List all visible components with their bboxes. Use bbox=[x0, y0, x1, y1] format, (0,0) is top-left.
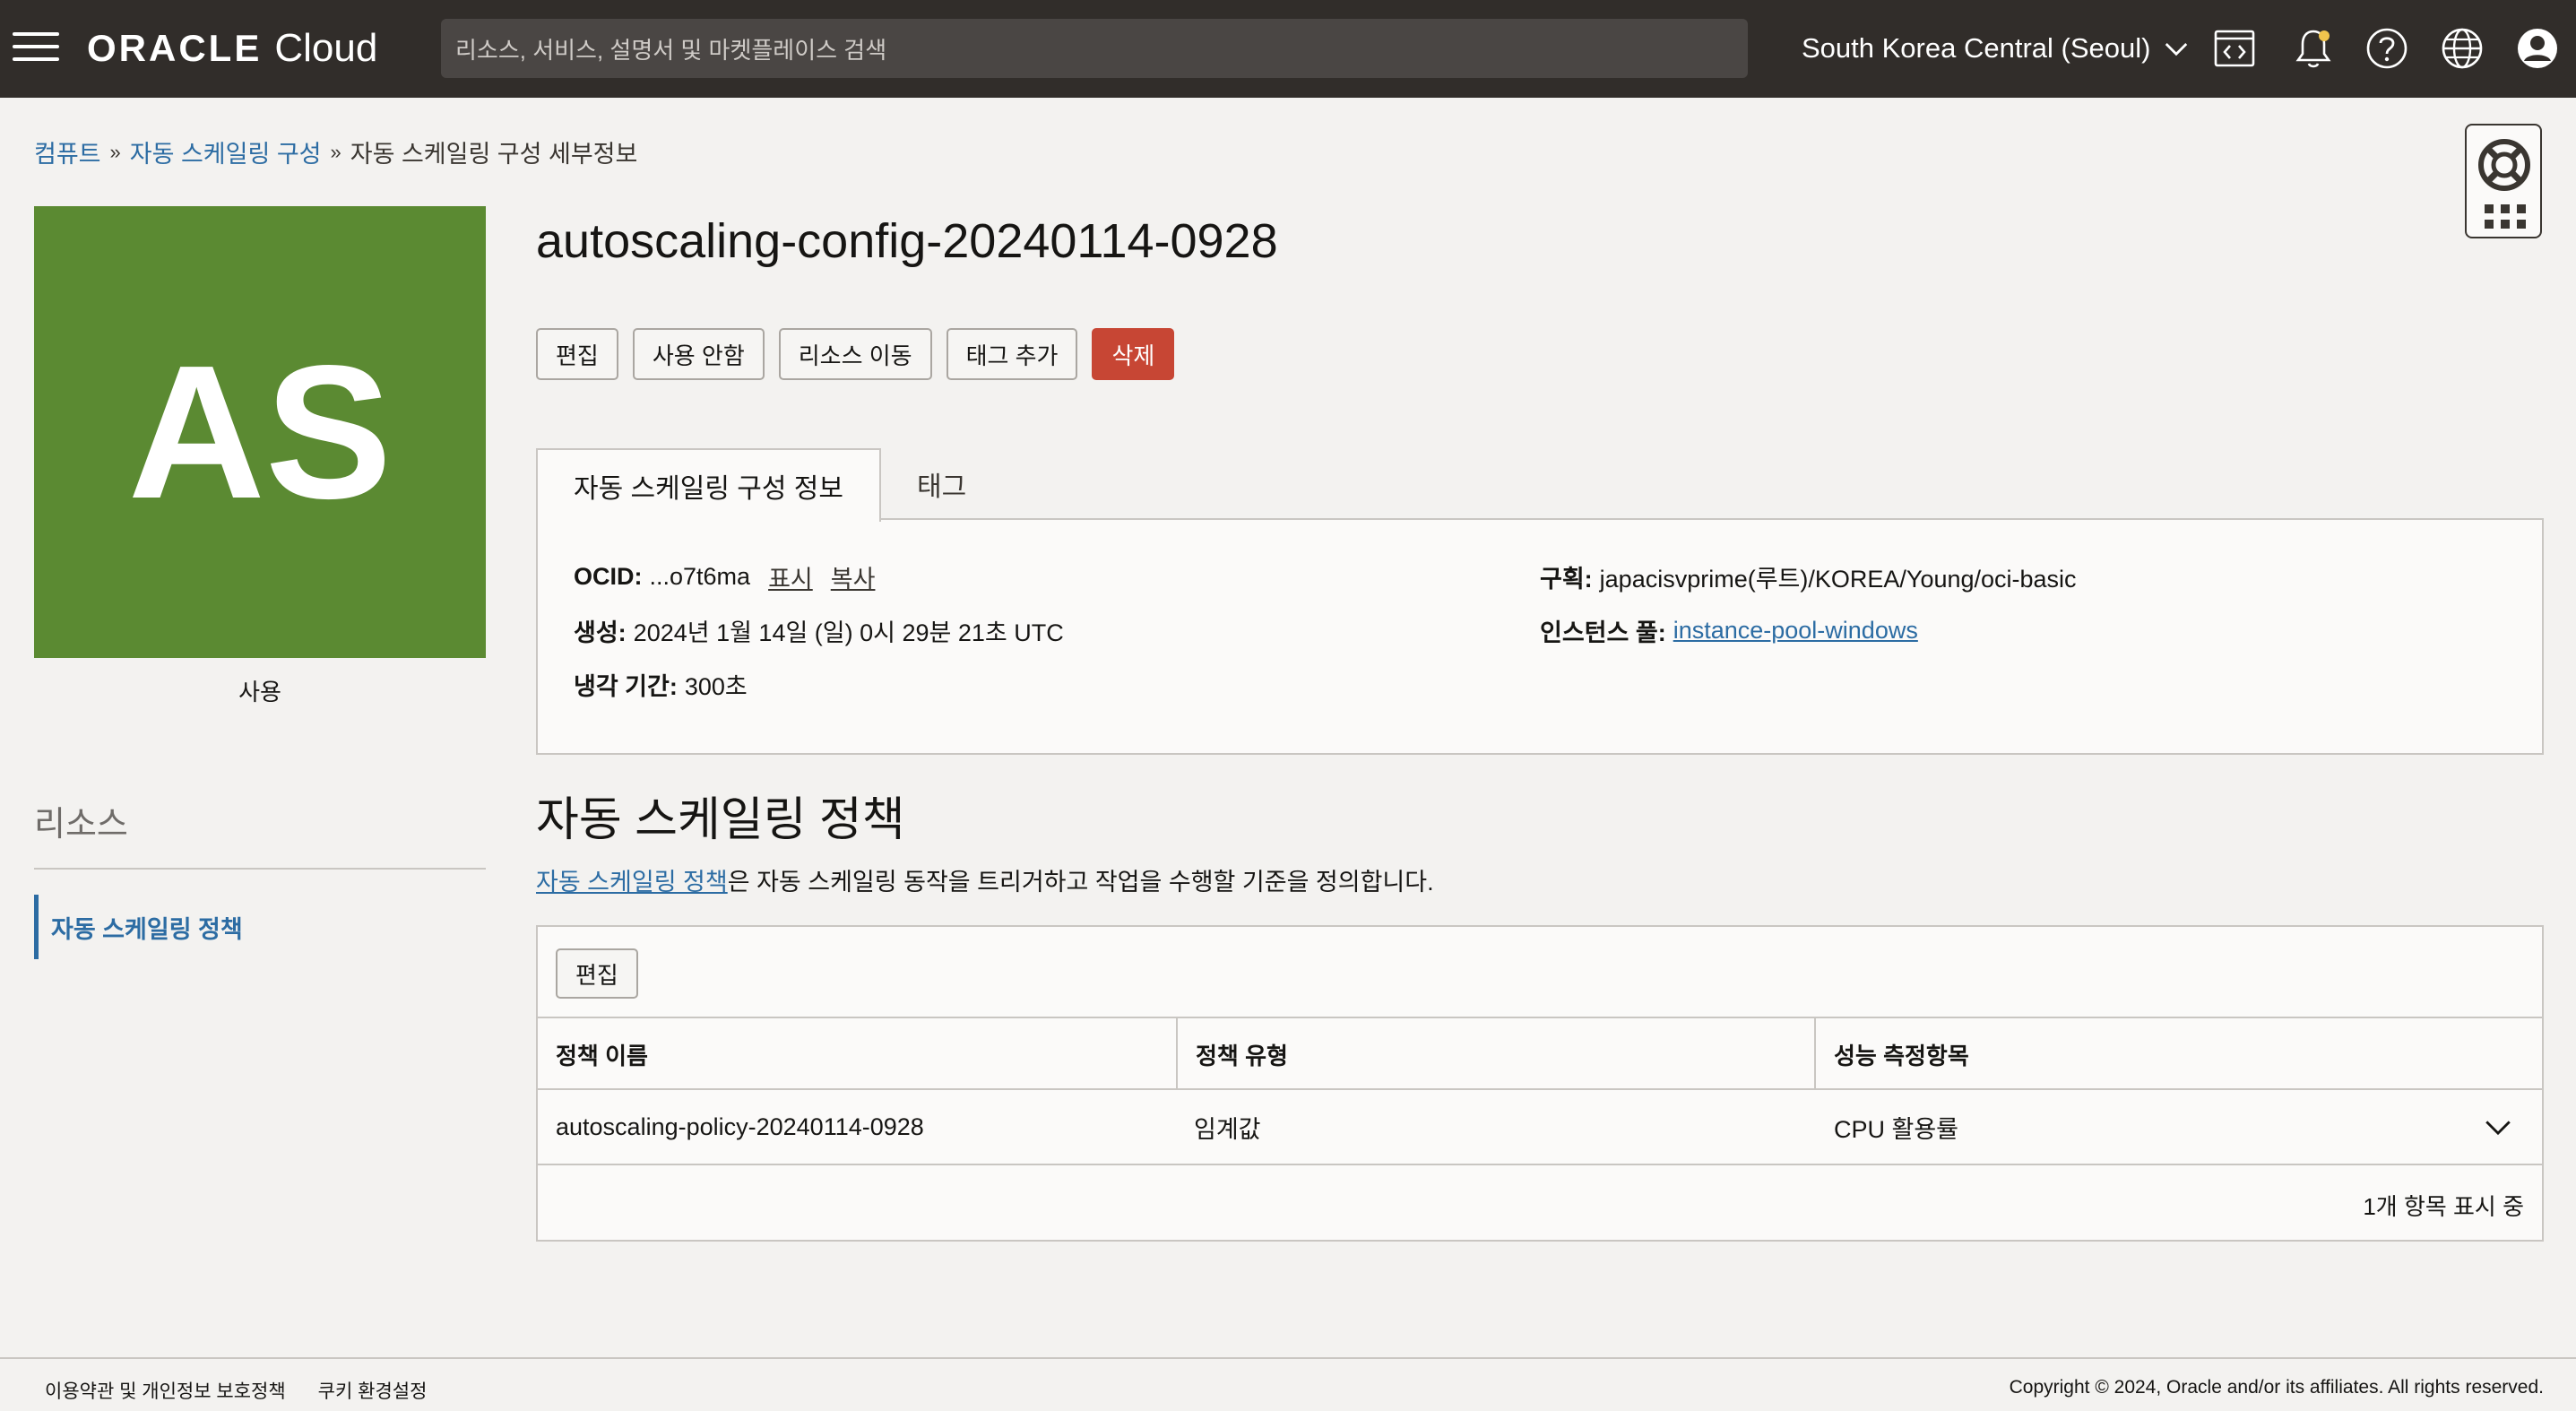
action-buttons: 편집 사용 안함 리소스 이동 태그 추가 삭제 bbox=[536, 328, 1175, 380]
created-value: 2024년 1월 14일 (일) 0시 29분 21초 UTC bbox=[633, 619, 1064, 646]
logo-product: Cloud bbox=[274, 26, 378, 70]
cell-policy-name: autoscaling-policy-20240114-0928 bbox=[556, 1112, 924, 1140]
resources-heading: 리소스 bbox=[34, 806, 128, 844]
terms-privacy-link[interactable]: 이용약관 및 개인정보 보호정책 bbox=[45, 1377, 286, 1404]
breadcrumb-separator: » bbox=[109, 140, 121, 163]
policies-section-title: 자동 스케일링 정책 bbox=[536, 794, 905, 846]
resources-divider bbox=[34, 868, 486, 870]
instance-pool-label: 인스턴스 풀: bbox=[1540, 619, 1666, 646]
instance-pool-link[interactable]: instance-pool-windows bbox=[1673, 617, 1918, 645]
config-info-panel: OCID: ...o7t6ma 표시 복사 생성: 2024년 1월 14일 (… bbox=[536, 518, 2544, 755]
chevron-down-icon bbox=[2165, 43, 2188, 56]
notification-bell-icon[interactable] bbox=[2291, 26, 2336, 71]
compartment-label: 구획: bbox=[1540, 566, 1593, 593]
help-icon[interactable] bbox=[2364, 26, 2409, 71]
edit-button[interactable]: 편집 bbox=[536, 328, 618, 380]
created-label: 생성: bbox=[574, 619, 627, 646]
apps-grid-icon bbox=[2485, 204, 2526, 229]
global-search-input[interactable]: 리소스, 서비스, 설명서 및 마켓플레이스 검색 bbox=[441, 19, 1748, 78]
cooldown-value: 300초 bbox=[684, 673, 748, 700]
search-placeholder: 리소스, 서비스, 설명서 및 마켓플레이스 검색 bbox=[455, 36, 887, 64]
created-row: 생성: 2024년 1월 14일 (일) 0시 29분 21초 UTC bbox=[574, 613, 1064, 648]
policies-table-panel: 편집 정책 이름 정책 유형 성능 측정항목 autoscaling-polic… bbox=[536, 925, 2544, 1242]
policies-table-header: 정책 이름 정책 유형 성능 측정항목 bbox=[538, 1017, 2542, 1090]
language-globe-icon[interactable] bbox=[2440, 26, 2485, 71]
top-navigation-bar: ORACLE Cloud 리소스, 서비스, 설명서 및 마켓플레이스 검색 S… bbox=[0, 0, 2576, 98]
region-label: South Korea Central (Seoul) bbox=[1802, 32, 2151, 64]
tab-tags[interactable]: 태그 bbox=[881, 448, 1002, 520]
region-selector[interactable]: South Korea Central (Seoul) bbox=[1802, 29, 2190, 68]
breadcrumb-current: 자동 스케일링 구성 세부정보 bbox=[350, 141, 638, 168]
column-header-metric[interactable]: 성능 측정항목 bbox=[1814, 1018, 2542, 1090]
breadcrumb: 컴퓨트 » 자동 스케일링 구성 » 자동 스케일링 구성 세부정보 bbox=[34, 134, 637, 169]
move-resource-button[interactable]: 리소스 이동 bbox=[778, 328, 932, 380]
delete-button[interactable]: 삭제 bbox=[1092, 328, 1175, 380]
cooldown-label: 냉각 기간: bbox=[574, 673, 678, 700]
menu-icon[interactable] bbox=[13, 32, 59, 65]
user-profile-icon[interactable] bbox=[2515, 26, 2560, 71]
ocid-show-link[interactable]: 표시 bbox=[768, 559, 813, 594]
sidebar-item-autoscaling-policies[interactable]: 자동 스케일링 정책 bbox=[34, 895, 486, 959]
page-title: autoscaling-config-20240114-0928 bbox=[536, 214, 1278, 268]
policies-description: 자동 스케일링 정책은 자동 스케일링 동작을 트리거하고 작업을 수행할 기준… bbox=[536, 862, 1434, 897]
column-header-policy-name[interactable]: 정책 이름 bbox=[538, 1018, 1176, 1090]
policies-edit-button[interactable]: 편집 bbox=[556, 948, 638, 999]
policies-doc-link[interactable]: 자동 스케일링 정책 bbox=[536, 869, 728, 896]
oracle-cloud-logo[interactable]: ORACLE Cloud bbox=[87, 25, 377, 72]
breadcrumb-autoscaling-configs[interactable]: 자동 스케일링 구성 bbox=[130, 134, 322, 169]
page-footer: 이용약관 및 개인정보 보호정책 쿠키 환경설정 Copyright © 202… bbox=[0, 1357, 2576, 1411]
ocid-label: OCID: bbox=[574, 563, 643, 590]
copyright-text: Copyright © 2024, Oracle and/or its affi… bbox=[2009, 1377, 2544, 1398]
resource-status-label: 사용 bbox=[238, 679, 281, 706]
ocid-value: ...o7t6ma bbox=[649, 563, 751, 590]
disable-button[interactable]: 사용 안함 bbox=[632, 328, 765, 380]
details-tabs: 자동 스케일링 구성 정보 태그 bbox=[536, 448, 1002, 522]
resource-avatar: AS bbox=[34, 206, 486, 658]
add-tags-button[interactable]: 태그 추가 bbox=[946, 328, 1078, 380]
breadcrumb-compute[interactable]: 컴퓨트 bbox=[34, 134, 101, 169]
policies-description-text: 은 자동 스케일링 동작을 트리거하고 작업을 수행할 기준을 정의합니다. bbox=[727, 869, 1434, 896]
chevron-down-icon[interactable] bbox=[2483, 1112, 2513, 1142]
ocid-row: OCID: ...o7t6ma 표시 복사 bbox=[574, 559, 875, 594]
lifebuoy-icon bbox=[2478, 139, 2530, 191]
instance-pool-row: 인스턴스 풀: instance-pool-windows bbox=[1540, 613, 1918, 648]
cell-metric: CPU 활용률 bbox=[1834, 1115, 1959, 1143]
breadcrumb-separator: » bbox=[330, 140, 341, 163]
compartment-value: japacisvprime(루트)/KOREA/Young/oci-basic bbox=[1599, 566, 2077, 593]
tab-autoscaling-config-info[interactable]: 자동 스케일링 구성 정보 bbox=[536, 448, 882, 522]
sidebar-item-label: 자동 스케일링 정책 bbox=[51, 915, 243, 943]
column-header-policy-type[interactable]: 정책 유형 bbox=[1176, 1018, 1814, 1090]
ocid-copy-link[interactable]: 복사 bbox=[831, 559, 876, 594]
logo-brand: ORACLE bbox=[87, 27, 263, 69]
help-widget-button[interactable] bbox=[2465, 124, 2542, 238]
developer-tools-icon[interactable] bbox=[2212, 26, 2257, 71]
cooldown-row: 냉각 기간: 300초 bbox=[574, 667, 748, 702]
table-row[interactable]: autoscaling-policy-20240114-0928 임계값 CPU… bbox=[538, 1090, 2542, 1165]
cookie-preferences-link[interactable]: 쿠키 환경설정 bbox=[318, 1377, 428, 1404]
cell-policy-type: 임계값 bbox=[1194, 1115, 1261, 1143]
compartment-row: 구획: japacisvprime(루트)/KOREA/Young/oci-ba… bbox=[1540, 559, 2077, 594]
table-item-count: 1개 항목 표시 중 bbox=[2363, 1193, 2524, 1220]
